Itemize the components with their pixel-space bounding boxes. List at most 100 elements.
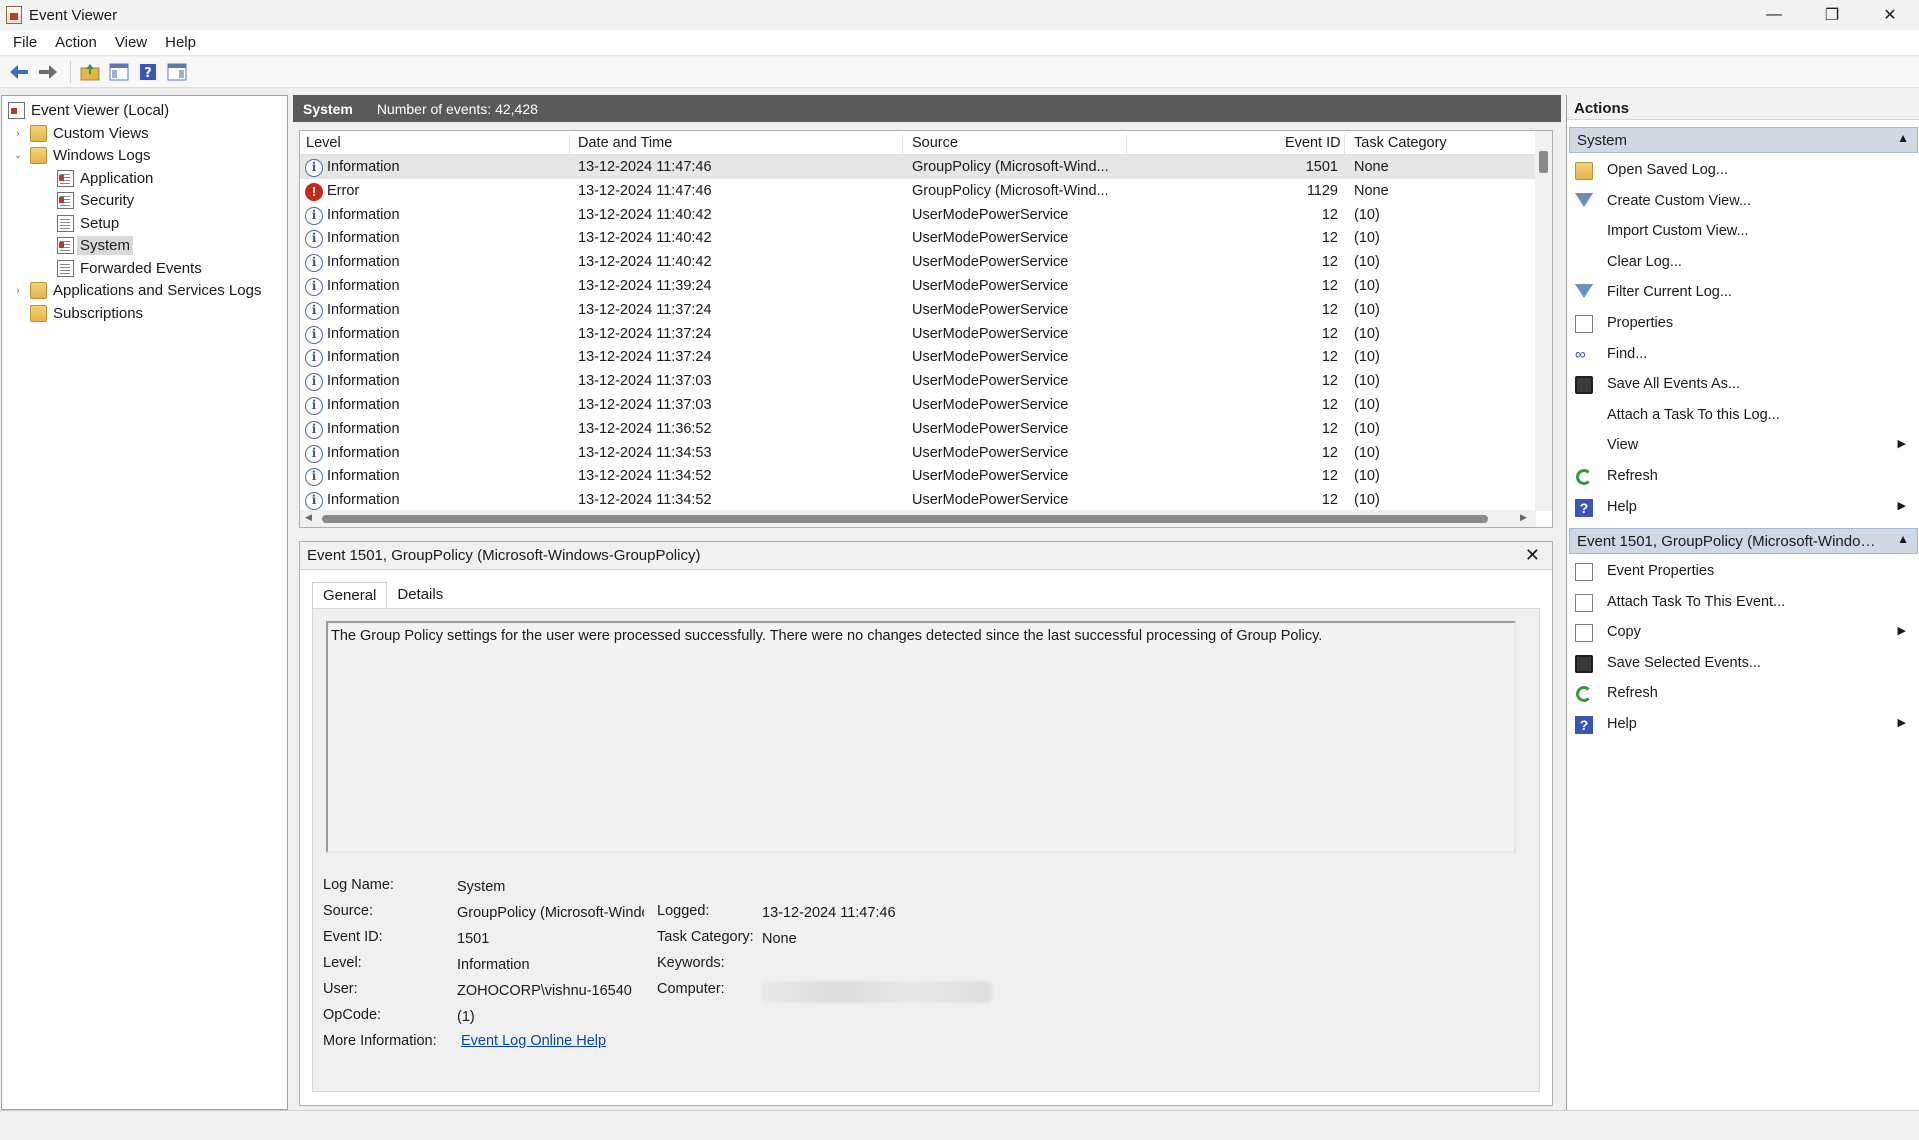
menu-file[interactable]: File [4,34,46,51]
action-save-all-events-as[interactable]: Save All Events As... [1567,370,1916,400]
action-help[interactable]: ? Help ▶ [1567,493,1916,523]
cell-level: Error [327,182,360,199]
action-label: Save All Events As... [1607,376,1740,393]
table-row[interactable]: i Information 13-12-2024 11:39:24 UserModeP… [300,274,1536,298]
table-row[interactable]: i Information 13-12-2024 11:34:52 UserModeP… [300,488,1536,512]
action-attach-task-to-this-event[interactable]: Attach Task To This Event... [1567,588,1916,618]
cell-date-time: 13-12-2024 11:37:24 [578,349,712,366]
column-event-id[interactable]: Event ID [1285,135,1341,151]
table-row[interactable]: i Information 13-12-2024 11:40:42 UserModeP… [300,226,1536,250]
cell-event-id: 1501 [1305,159,1338,175]
action-attach-a-task-to-this-log[interactable]: Attach a Task To this Log... [1567,401,1916,431]
horizontal-scrollbar[interactable]: ◀ ▶ [300,510,1536,527]
table-row[interactable]: i Information 13-12-2024 11:40:42 UserModeP… [300,250,1536,274]
table-row[interactable]: ! Error 13-12-2024 11:47:46 GroupPolicy (Mi… [300,179,1536,203]
help-toolbar-button[interactable]: ? [135,60,161,84]
scroll-left-arrow-icon[interactable]: ◀ [305,512,312,523]
action-refresh[interactable]: Refresh [1567,462,1916,492]
column-source[interactable]: Source [912,135,958,151]
column-divider[interactable] [569,135,570,155]
value-event-id[interactable]: 1501 [457,931,489,947]
cell-level: Information [327,492,400,509]
action-label: Properties [1607,315,1674,331]
tab-details[interactable]: Details [387,582,453,608]
collapse-up-icon[interactable]: ▲ [1897,532,1909,546]
action-properties[interactable]: Properties [1567,309,1916,339]
action-clear-log[interactable]: Clear Log... [1567,248,1916,278]
table-row[interactable]: i Information 13-12-2024 11:37:03 UserModeP… [300,393,1536,417]
action-create-custom-view[interactable]: Create Custom View... [1567,187,1916,217]
table-row[interactable]: i Information 13-12-2024 11:37:24 UserModeP… [300,322,1536,346]
value-user[interactable]: ZOHOCORP\vishnu-16540 [457,983,632,999]
collapse-up-icon[interactable]: ▲ [1897,131,1909,145]
value-level[interactable]: Information [457,957,530,973]
value-logged[interactable]: 13-12-2024 11:47:46 [762,905,896,921]
show-hide-tree-button[interactable] [106,60,132,84]
console-tree-icon [109,63,129,81]
collapse-chevron-icon[interactable]: ⌄ [12,150,24,161]
tab-general[interactable]: General [312,582,388,608]
table-row[interactable]: i Information 13-12-2024 11:40:42 UserModeP… [300,203,1536,227]
table-row[interactable]: i Information 13-12-2024 11:34:53 UserModeP… [300,441,1536,465]
table-row[interactable]: i Information 13-12-2024 11:37:24 UserModeP… [300,345,1536,369]
action-open-saved-log[interactable]: Open Saved Log... [1567,156,1916,186]
event-log-online-help-link[interactable]: Event Log Online Help [461,1033,606,1049]
actions-group-event[interactable]: Event 1501, GroupPolicy (Microsoft-Windo… [1569,528,1918,554]
action-help[interactable]: ? Help ▶ [1567,710,1916,740]
table-row[interactable]: i Information 13-12-2024 11:34:52 UserModeP… [300,464,1536,488]
tree-item-windows-logs[interactable]: ⌄ Windows Logs [12,144,151,166]
table-row[interactable]: i Information 13-12-2024 11:37:03 UserModeP… [300,369,1536,393]
column-level[interactable]: Level [306,135,341,151]
column-task-category[interactable]: Task Category [1354,135,1447,151]
table-row[interactable]: i Information 13-12-2024 11:36:52 UserModeP… [300,417,1536,441]
tree-item-system[interactable]: System [57,234,134,256]
tree-item-subscriptions[interactable]: Subscriptions [30,302,143,324]
column-divider[interactable] [1344,135,1345,155]
tree-item-applications-and-services-logs[interactable]: › Applications and Services Logs [12,279,261,301]
horizontal-scroll-thumb[interactable] [322,515,1488,523]
information-icon: i [305,159,323,177]
actions-group-system[interactable]: System ▲ [1569,127,1918,153]
table-row[interactable]: i Information 13-12-2024 11:37:24 UserModeP… [300,298,1536,322]
event-description[interactable]: The Group Policy settings for the user w… [326,621,1516,853]
value-opcode[interactable]: (1) [457,1009,475,1025]
minimize-button[interactable]: — [1745,0,1803,30]
forward-button[interactable] [35,60,61,84]
tree-item-custom-views[interactable]: › Custom Views [12,122,149,144]
tree-item-application[interactable]: Application [57,167,153,189]
close-button[interactable]: ✕ [1861,0,1919,30]
tree-item-security[interactable]: Security [57,189,134,211]
action-copy[interactable]: Copy ▶ [1567,618,1916,648]
vertical-scrollbar[interactable] [1535,131,1552,511]
scroll-right-arrow-icon[interactable]: ▶ [1520,512,1527,523]
value-task-category[interactable]: None [762,931,797,947]
tree-item-forwarded-events[interactable]: Forwarded Events [57,257,202,279]
action-find[interactable]: ∞ Find... [1567,340,1916,370]
back-button[interactable] [6,60,32,84]
expand-chevron-icon[interactable]: › [12,128,24,138]
column-date-time[interactable]: Date and Time [578,135,672,151]
action-save-selected-events[interactable]: Save Selected Events... [1567,649,1916,679]
restore-button[interactable]: ❐ [1803,0,1861,30]
tree-item-event-viewer-local[interactable]: Event Viewer (Local) [8,99,169,121]
close-detail-icon[interactable]: ✕ [1525,545,1540,566]
column-divider[interactable] [1126,135,1127,155]
action-import-custom-view[interactable]: Import Custom View... [1567,217,1916,247]
up-folder-button[interactable] [77,60,103,84]
menu-help[interactable]: Help [156,34,205,51]
expand-chevron-icon[interactable]: › [12,285,24,295]
folder-icon [30,281,47,299]
action-refresh[interactable]: Refresh [1567,679,1916,709]
menu-view[interactable]: View [106,34,156,51]
tree-item-setup[interactable]: Setup [57,212,119,234]
vertical-scroll-thumb[interactable] [1539,151,1548,173]
menu-action[interactable]: Action [46,34,106,51]
action-view[interactable]: View ▶ [1567,431,1916,461]
action-filter-current-log[interactable]: Filter Current Log... [1567,278,1916,308]
show-hide-action-pane-button[interactable] [164,60,190,84]
action-event-properties[interactable]: Event Properties [1567,557,1916,587]
value-source[interactable]: GroupPolicy (Microsoft-Windows-GroupPoli… [457,905,644,921]
table-row[interactable]: i Information 13-12-2024 11:47:46 GroupPoli… [300,155,1536,179]
column-divider[interactable] [902,135,903,155]
value-log-name[interactable]: System [457,879,505,895]
